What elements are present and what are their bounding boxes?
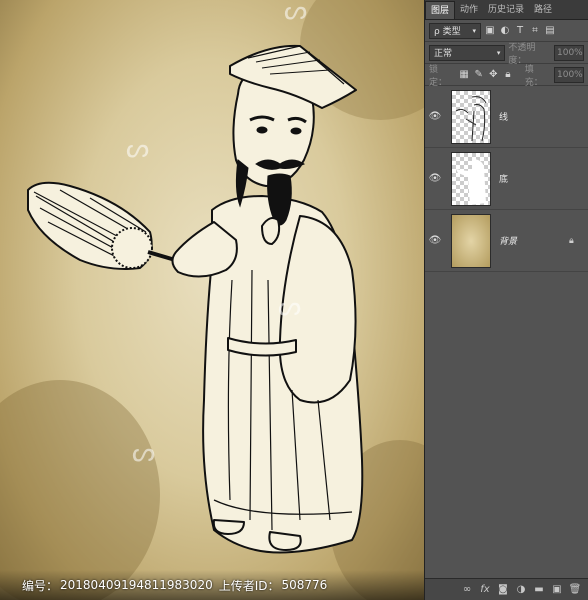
watermark-logo-icon: ᔕ [126, 134, 150, 164]
layer-filter-select[interactable]: ρ 类型 ▾ [429, 22, 481, 39]
zhuge-liang-illustration [27, 44, 364, 554]
layer-name[interactable]: 背景 [499, 234, 569, 247]
tab-history[interactable]: 历史记录 [483, 1, 529, 19]
lock-icon: 🔒︎ [569, 235, 574, 246]
adjustment-filter-icon[interactable]: ◐ [499, 25, 511, 37]
layers-panel-footer: ∞ fx ◙ ◑ ▬ ▣ 🗑︎ [425, 578, 588, 600]
opacity-input[interactable]: 100% [554, 44, 584, 61]
layer-item[interactable]: 👁︎ 底 [425, 148, 588, 210]
fx-icon[interactable]: fx [479, 584, 491, 596]
watermark-logo-icon: ᔕ [278, 292, 302, 322]
image-filter-icon[interactable]: ▣ [484, 25, 496, 37]
layer-name[interactable]: 线 [499, 110, 588, 123]
blend-mode-value: 正常 [434, 49, 453, 59]
watermark-uploader-label: 上传者ID： [218, 578, 280, 593]
layer-name[interactable]: 底 [499, 172, 588, 185]
lock-paint-icon[interactable]: ✎ [473, 69, 485, 81]
new-layer-icon[interactable]: ▣ [551, 584, 563, 596]
tab-paths[interactable]: 路径 [529, 1, 557, 19]
lock-label: 锁定： [429, 64, 448, 88]
lock-move-icon[interactable]: ✥ [488, 69, 500, 81]
delete-layer-icon[interactable]: 🗑︎ [569, 584, 582, 596]
lock-transparent-icon[interactable]: ▦ [458, 69, 470, 81]
watermark-caption: 编号： 20180409194811983020 上传者ID： 508776 [0, 570, 424, 600]
watermark-logo-icon: ᔕ [284, 0, 308, 26]
fill-input[interactable]: 100% [554, 66, 584, 83]
layer-list: 👁︎ 线 👁︎ 底 👁︎ 背景 🔒︎ [425, 86, 588, 272]
chevron-down-icon: ▾ [496, 48, 501, 57]
layer-item[interactable]: 👁︎ 背景 🔒︎ [425, 210, 588, 272]
layer-thumbnail [451, 151, 491, 206]
layer-filter-row: ρ 类型 ▾ ▣ ◐ T ⌗ ▤ [425, 20, 588, 42]
layer-filter-value: ρ 类型 [434, 27, 461, 37]
new-group-icon[interactable]: ▬ [533, 584, 545, 596]
layers-panel: 图层 动作 历史记录 路径 ρ 类型 ▾ ▣ ◐ T ⌗ ▤ 正常 ▾ 不透明度… [424, 0, 588, 600]
watermark-id-number: 20180409194811983020 [60, 578, 213, 592]
document-canvas[interactable]: ᔕ ᔕ ᔕ ᔕ 编号： 20180409194811983020 上传者ID： … [0, 0, 424, 600]
layer-item[interactable]: 👁︎ 线 [425, 86, 588, 148]
tab-actions[interactable]: 动作 [455, 1, 483, 19]
eye-icon[interactable]: 👁︎ [425, 235, 445, 246]
lock-row: 锁定： ▦ ✎ ✥ 🔒︎ 填充： 100% [425, 64, 588, 88]
eye-icon[interactable]: 👁︎ [425, 111, 445, 122]
layer-thumbnail [451, 213, 491, 268]
panel-tabs: 图层 动作 历史记录 路径 [425, 0, 588, 20]
type-filter-icon[interactable]: T [514, 25, 526, 37]
lock-all-icon[interactable]: 🔒︎ [502, 69, 514, 81]
watermark-id-label: 编号： [22, 578, 59, 593]
layer-thumbnail [451, 89, 491, 144]
tab-layers[interactable]: 图层 [425, 1, 456, 19]
fill-label: 填充： [524, 64, 543, 88]
adjustment-layer-icon[interactable]: ◑ [515, 584, 527, 596]
photoshop-window: ᔕ ᔕ ᔕ ᔕ 编号： 20180409194811983020 上传者ID： … [0, 0, 588, 600]
smart-object-filter-icon[interactable]: ▤ [544, 25, 556, 37]
add-mask-icon[interactable]: ◙ [497, 584, 509, 596]
shape-filter-icon[interactable]: ⌗ [529, 25, 541, 37]
watermark-uploader-id: 508776 [281, 578, 328, 592]
chevron-down-icon: ▾ [472, 26, 476, 35]
watermark-logo-icon: ᔕ [132, 438, 156, 468]
layer-list-empty-area [425, 272, 588, 578]
blend-mode-select[interactable]: 正常 ▾ [429, 44, 506, 61]
eye-icon[interactable]: 👁︎ [425, 173, 445, 184]
link-layers-icon[interactable]: ∞ [461, 584, 473, 596]
